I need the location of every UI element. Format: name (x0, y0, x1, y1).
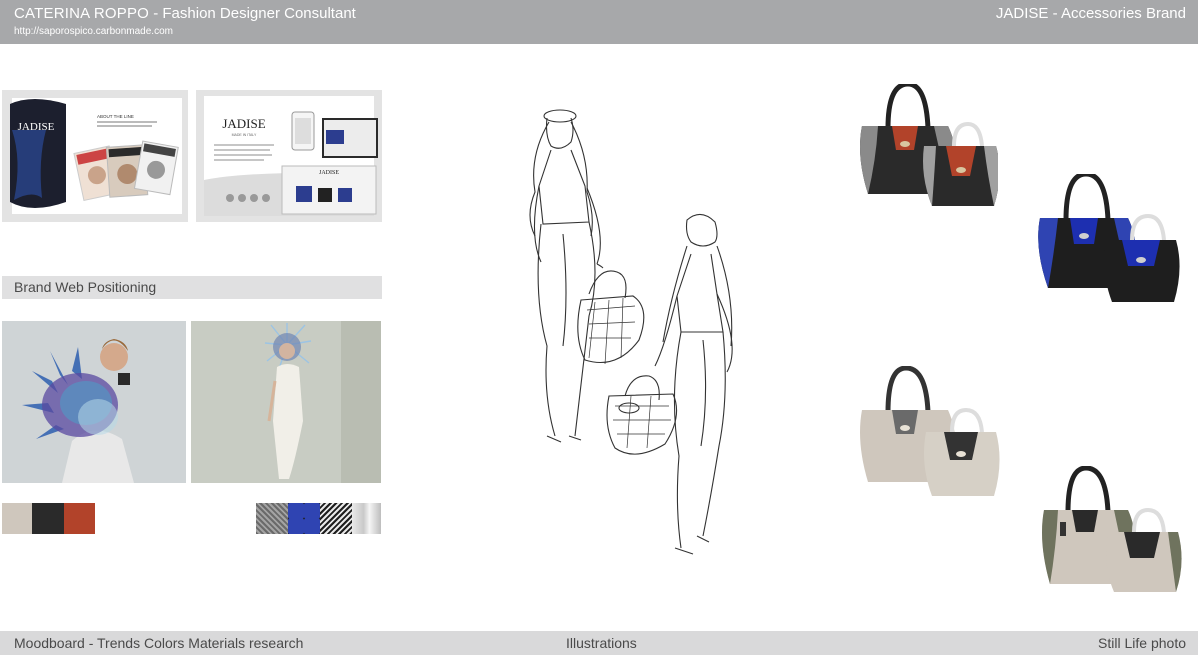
model-photo-2 (191, 321, 381, 483)
bag-pair-taupe (858, 366, 1000, 498)
footer-moodboard-label: Moodboard - Trends Colors Materials rese… (14, 635, 304, 651)
bag-icon (1042, 466, 1182, 592)
moodboard-photo-1 (2, 321, 186, 483)
bag-pair-red (858, 84, 998, 208)
web-site-logo: JADISE (319, 170, 339, 176)
designer-name: CATERINA ROPPO (14, 5, 150, 22)
material-swatch-black-white (320, 503, 352, 534)
print-logo: JADISE (18, 121, 55, 133)
header-bar: CATERINA ROPPO - Fashion Designer Consul… (0, 0, 1198, 44)
footer-bar: Moodboard - Trends Colors Materials rese… (0, 631, 1198, 655)
bag-pair-olive (1040, 466, 1184, 594)
footer-illustrations-label: Illustrations (566, 635, 637, 651)
web-subtitle: MADE IN ITALY (232, 133, 257, 137)
brand-title: JADISE - Accessories Brand (996, 5, 1186, 22)
portfolio-link[interactable]: http://saporospico.carbonmade.com (14, 26, 173, 37)
material-swatch-grey-weave (256, 503, 288, 534)
model-photo-1 (2, 321, 186, 483)
brand-separator: - (1048, 5, 1061, 22)
designer-title: CATERINA ROPPO - Fashion Designer Consul… (14, 5, 356, 22)
print-heading: ABOUT THE LINE (97, 114, 134, 119)
bag-icon (1038, 174, 1180, 302)
magazine-icon: JADISE ABOUT THE LINE (10, 98, 182, 214)
fashion-sketch-illustration (505, 96, 755, 566)
color-swatch-taupe (2, 503, 32, 534)
website-mockup-image: JADISE MADE IN ITALY JADISE (196, 90, 382, 222)
brand-desc: Accessories Brand (1060, 5, 1186, 22)
laptop-icon: JADISE MADE IN ITALY JADISE (204, 96, 378, 216)
color-swatch-red (64, 503, 95, 534)
material-swatch-blue-studs (288, 503, 320, 534)
footer-still-life-label: Still Life photo (1098, 635, 1186, 651)
material-swatch-silver-leather (352, 503, 381, 534)
bag-icon (860, 366, 1000, 496)
web-logo: JADISE (222, 116, 265, 131)
fashion-sketch-icon (529, 109, 733, 555)
brand-name: JADISE (995, 5, 1049, 22)
bag-pair-blue (1036, 174, 1186, 304)
designer-role: Fashion Designer Consultant (162, 5, 356, 22)
bag-icon (860, 84, 998, 206)
print-mockup-image: JADISE ABOUT THE LINE (2, 90, 188, 222)
phone-icon (291, 111, 315, 151)
color-swatch-black (32, 503, 64, 534)
web-positioning-label: Brand Web Positioning (14, 279, 157, 295)
title-separator: - (149, 5, 163, 22)
web-positioning-label-bar: Brand Web Positioning (2, 276, 382, 299)
moodboard-photo-2 (191, 321, 381, 483)
